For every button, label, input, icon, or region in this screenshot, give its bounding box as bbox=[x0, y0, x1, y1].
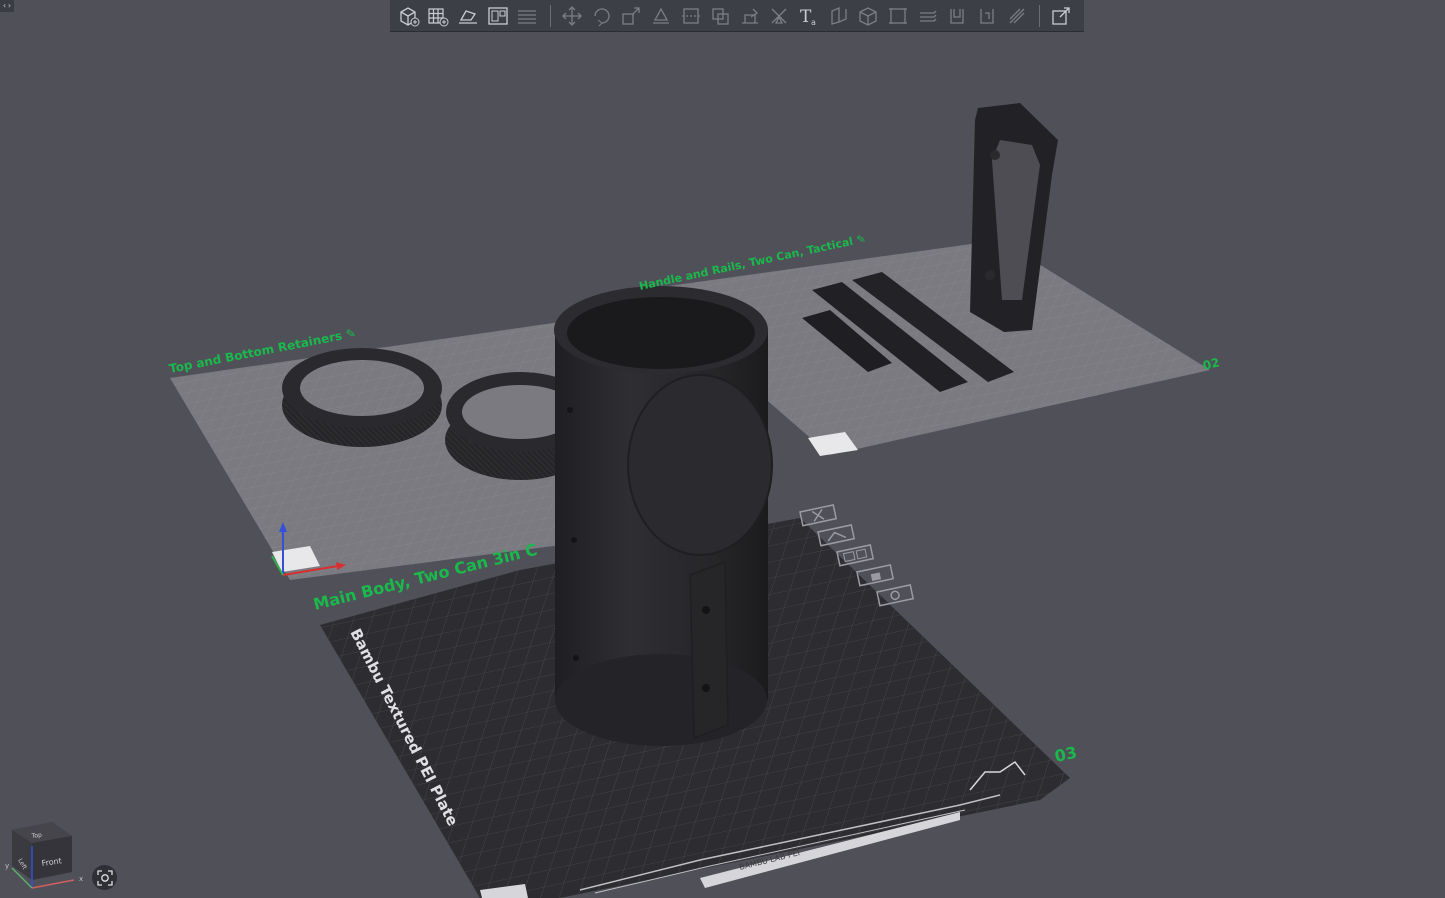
auto-orient-icon[interactable] bbox=[455, 3, 481, 29]
variable-layer-icon[interactable] bbox=[945, 3, 971, 29]
boolean-icon[interactable] bbox=[885, 3, 911, 29]
plate-3-number: 03 bbox=[1053, 743, 1079, 766]
toolbar-separator-end bbox=[1039, 4, 1041, 27]
svg-text:a: a bbox=[811, 18, 816, 27]
brim-ears-icon[interactable] bbox=[974, 3, 1000, 29]
arrange-icon[interactable] bbox=[485, 3, 511, 29]
camera-focus-icon bbox=[96, 869, 113, 886]
axis-y-label: y bbox=[5, 862, 9, 870]
add-object-icon[interactable] bbox=[396, 3, 422, 29]
fit-view-button[interactable] bbox=[92, 865, 117, 890]
main-body-model[interactable] bbox=[554, 286, 773, 746]
3d-viewport[interactable]: Top and Bottom Retainers ✎ Handle and Ra… bbox=[0, 0, 1445, 898]
color-paint-icon[interactable] bbox=[767, 3, 793, 29]
view-cube[interactable]: Top Front Left x y bbox=[5, 822, 83, 889]
lay-on-face-icon[interactable] bbox=[648, 3, 674, 29]
retainer-ring-1[interactable] bbox=[282, 348, 442, 447]
rotate-icon[interactable] bbox=[589, 3, 615, 29]
assembly-icon[interactable] bbox=[856, 3, 882, 29]
emboss-icon[interactable] bbox=[1004, 3, 1030, 29]
cut-icon[interactable] bbox=[678, 3, 704, 29]
collapse-sidebar-toggle[interactable]: ‹› bbox=[0, 0, 14, 12]
add-plate-icon[interactable] bbox=[426, 3, 452, 29]
plate-2-number: 02 bbox=[1201, 355, 1221, 373]
support-paint-icon[interactable] bbox=[707, 3, 733, 29]
main-toolbar: Ta bbox=[390, 0, 1084, 32]
toolbar-separator bbox=[550, 4, 552, 27]
text-icon[interactable]: Ta bbox=[796, 3, 822, 29]
scale-icon[interactable] bbox=[618, 3, 644, 29]
plate-close-icon[interactable] bbox=[799, 504, 838, 527]
axis-x-label: x bbox=[79, 875, 83, 883]
publish-icon[interactable] bbox=[1048, 3, 1074, 29]
mesh-repair-icon[interactable] bbox=[915, 3, 941, 29]
split-layers-icon[interactable] bbox=[515, 3, 541, 29]
move-icon[interactable] bbox=[559, 3, 585, 29]
seam-paint-icon[interactable] bbox=[737, 3, 763, 29]
measure-icon[interactable] bbox=[826, 3, 852, 29]
